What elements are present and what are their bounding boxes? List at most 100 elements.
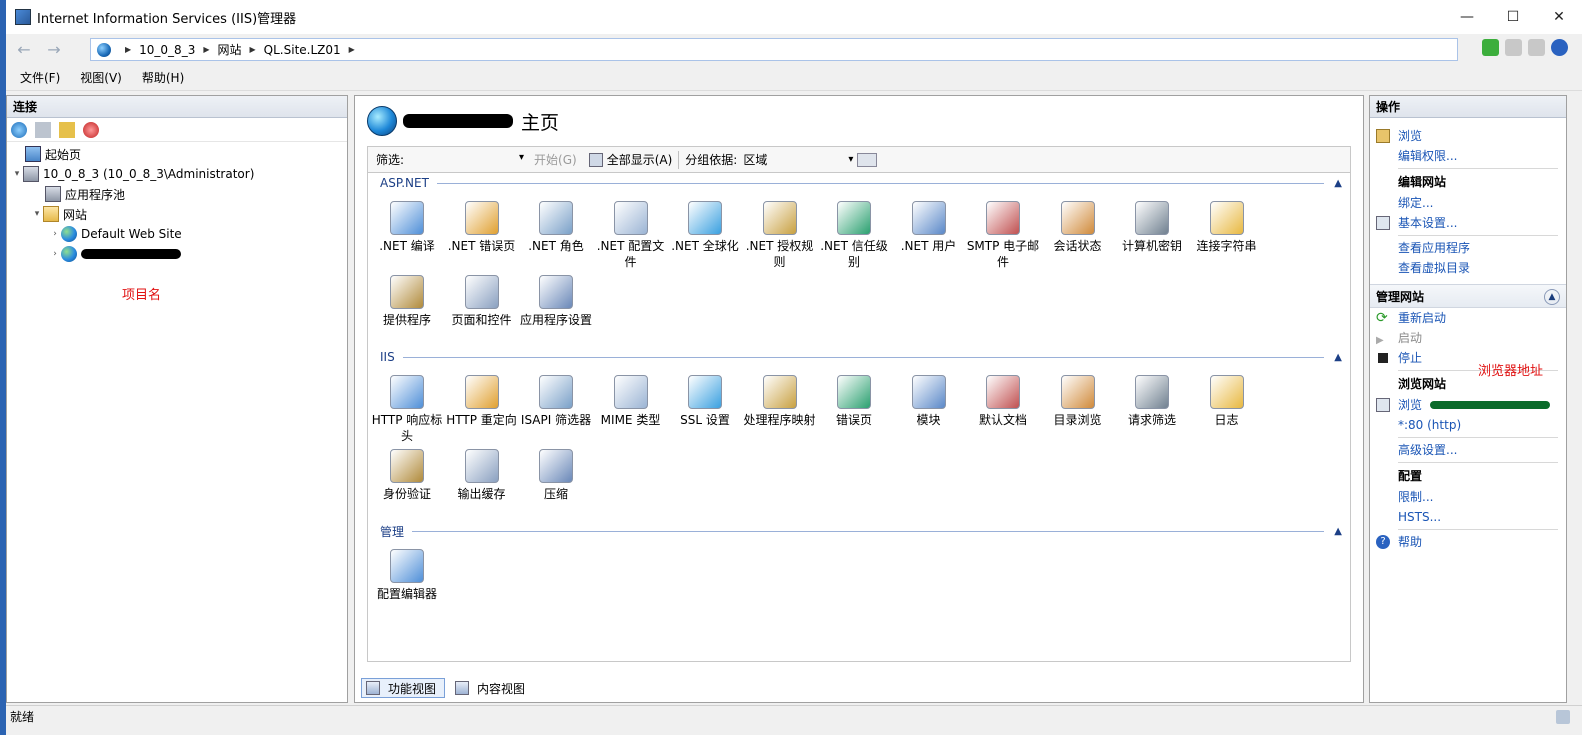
feature-aspnet-9[interactable]: 会话状态 (1041, 201, 1115, 254)
action-restart[interactable]: ⟳ 重新启动 (1370, 308, 1566, 328)
section-header[interactable]: 管理 ▲ (368, 521, 1350, 541)
section-header[interactable]: IIS ▲ (368, 347, 1350, 367)
action-basic-settings[interactable]: 基本设置... (1370, 213, 1566, 233)
action-edit-permissions[interactable]: 编辑权限... (1370, 146, 1566, 166)
action-browse-port[interactable]: *:80 (http) (1370, 415, 1566, 435)
close-button[interactable]: ✕ (1536, 0, 1582, 34)
feature-iis-10[interactable]: 请求筛选 (1115, 375, 1189, 428)
feature-iis-0[interactable]: HTTP 响应标头 (370, 375, 444, 444)
feature-iis-5[interactable]: 处理程序映射 (743, 375, 817, 428)
action-view-virtual-dirs[interactable]: 查看虚拟目录 (1370, 258, 1566, 278)
feature-aspnet-13[interactable]: 页面和控件 (445, 275, 519, 328)
collapse-icon[interactable]: ▲ (1334, 178, 1342, 189)
feature-iis-9[interactable]: 目录浏览 (1041, 375, 1115, 428)
collapse-icon[interactable]: ▲ (1334, 352, 1342, 363)
feature-iis-8[interactable]: 默认文档 (966, 375, 1040, 428)
action-view-applications[interactable]: 查看应用程序 (1370, 238, 1566, 258)
maximize-button[interactable]: ☐ (1490, 0, 1536, 34)
group-by-select[interactable]: 区域 (743, 150, 853, 170)
feature-aspnet-5[interactable]: .NET 授权规则 (743, 201, 817, 270)
tree-node-sites[interactable]: ▾ 网站 (7, 204, 347, 224)
feature-aspnet-4[interactable]: .NET 全球化 (668, 201, 742, 254)
manage-site-heading[interactable]: 管理网站 ▲ (1370, 284, 1566, 308)
breadcrumb-server[interactable]: 10_0_8_3 (139, 43, 195, 57)
menu-view[interactable]: 视图(V) (80, 69, 122, 86)
tab-features-view[interactable]: 功能视图 (361, 678, 446, 698)
tree-node-app-pools[interactable]: 应用程序池 (7, 184, 347, 204)
feature-iis-12[interactable]: 身份验证 (370, 449, 444, 502)
feature-icon (390, 275, 424, 309)
show-all-button[interactable]: 全部显示(A) (588, 151, 672, 168)
menu-file[interactable]: 文件(F) (20, 69, 60, 86)
feature-aspnet-14[interactable]: 应用程序设置 (519, 275, 593, 328)
action-bindings[interactable]: 绑定... (1370, 193, 1566, 213)
view-mode-icon[interactable] (857, 152, 878, 167)
feature-icon (986, 201, 1020, 235)
filter-label: 筛选: (376, 153, 405, 167)
feature-iis-13[interactable]: 输出缓存 (445, 449, 519, 502)
tree-node-start-page[interactable]: 起始页 (7, 144, 347, 164)
go-button[interactable]: 开始(G) (534, 151, 577, 168)
refresh-icon[interactable] (1482, 39, 1499, 56)
feature-label: .NET 错误页 (447, 239, 516, 253)
tree-node-project-site[interactable]: › (7, 244, 347, 264)
feature-iis-14[interactable]: 压缩 (519, 449, 593, 502)
tree-node-default-site[interactable]: › Default Web Site (7, 224, 347, 244)
action-limits[interactable]: 限制... (1370, 487, 1566, 507)
action-start[interactable]: ▶ 启动 (1370, 328, 1566, 348)
filter-input[interactable] (406, 150, 526, 170)
connect-icon[interactable] (11, 121, 27, 138)
home-icon[interactable] (1528, 39, 1545, 56)
feature-manage-0[interactable]: 配置编辑器 (370, 549, 444, 602)
feature-iis-4[interactable]: SSL 设置 (668, 375, 742, 428)
feature-aspnet-8[interactable]: SMTP 电子邮件 (966, 201, 1040, 270)
feature-iis-6[interactable]: 错误页 (817, 375, 891, 428)
address-bar[interactable]: ▶ 10_0_8_3 ▶ 网站 ▶ QL.Site.LZ01 ▶ (90, 38, 1458, 61)
section-header[interactable]: ASP.NET ▲ (368, 173, 1350, 193)
disconnect-icon[interactable] (83, 121, 99, 138)
forward-button[interactable]: → (42, 38, 66, 62)
feature-iis-11[interactable]: 日志 (1190, 375, 1264, 428)
feature-aspnet-12[interactable]: 提供程序 (370, 275, 444, 328)
feature-icon (1060, 375, 1095, 409)
feature-iis-7[interactable]: 模块 (892, 375, 966, 428)
globe-icon (97, 42, 111, 57)
up-folder-icon[interactable] (59, 121, 75, 138)
stop-icon[interactable] (1505, 39, 1522, 56)
help-icon[interactable] (1551, 39, 1568, 56)
feature-iis-1[interactable]: HTTP 重定向 (445, 375, 519, 428)
expand-icon[interactable]: › (49, 229, 61, 239)
breadcrumb-sites[interactable]: 网站 (218, 41, 242, 58)
save-icon[interactable] (35, 121, 51, 138)
feature-aspnet-2[interactable]: .NET 角色 (519, 201, 593, 254)
collapse-icon[interactable]: ▲ (1544, 289, 1560, 305)
section-title: 管理 (380, 524, 405, 539)
feature-aspnet-11[interactable]: 连接字符串 (1190, 201, 1264, 254)
action-help[interactable]: ? 帮助 (1370, 532, 1566, 552)
action-browse-site[interactable]: 浏览 (1370, 395, 1566, 415)
collapse-icon[interactable]: ▲ (1334, 526, 1342, 537)
feature-aspnet-0[interactable]: .NET 编译 (370, 201, 444, 254)
feature-aspnet-10[interactable]: 计算机密钥 (1115, 201, 1189, 254)
collapse-icon[interactable]: ▾ (31, 209, 43, 219)
section-divider (412, 530, 1325, 532)
tree-node-server[interactable]: ▾ 10_0_8_3 (10_0_8_3\Administrator) (7, 164, 347, 184)
back-button[interactable]: ← (12, 38, 36, 62)
feature-aspnet-6[interactable]: .NET 信任级别 (817, 201, 891, 270)
app-pool-icon (45, 186, 61, 202)
action-browse[interactable]: 浏览 (1370, 126, 1566, 146)
feature-iis-2[interactable]: ISAPI 筛选器 (519, 375, 593, 428)
action-advanced-settings[interactable]: 高级设置... (1370, 440, 1566, 460)
collapse-icon[interactable]: ▾ (11, 169, 23, 179)
menu-help[interactable]: 帮助(H) (142, 69, 184, 86)
action-hsts[interactable]: HSTS... (1370, 507, 1566, 527)
feature-aspnet-1[interactable]: .NET 错误页 (445, 201, 519, 254)
tab-content-view[interactable]: 内容视图 (451, 678, 533, 698)
feature-aspnet-7[interactable]: .NET 用户 (892, 201, 966, 254)
breadcrumb-site[interactable]: QL.Site.LZ01 (264, 43, 341, 57)
minimize-button[interactable]: — (1444, 0, 1490, 34)
expand-icon[interactable]: › (49, 249, 61, 259)
feature-iis-3[interactable]: MIME 类型 (594, 375, 668, 428)
page-title: 主页 (521, 111, 560, 134)
feature-aspnet-3[interactable]: .NET 配置文件 (594, 201, 668, 270)
